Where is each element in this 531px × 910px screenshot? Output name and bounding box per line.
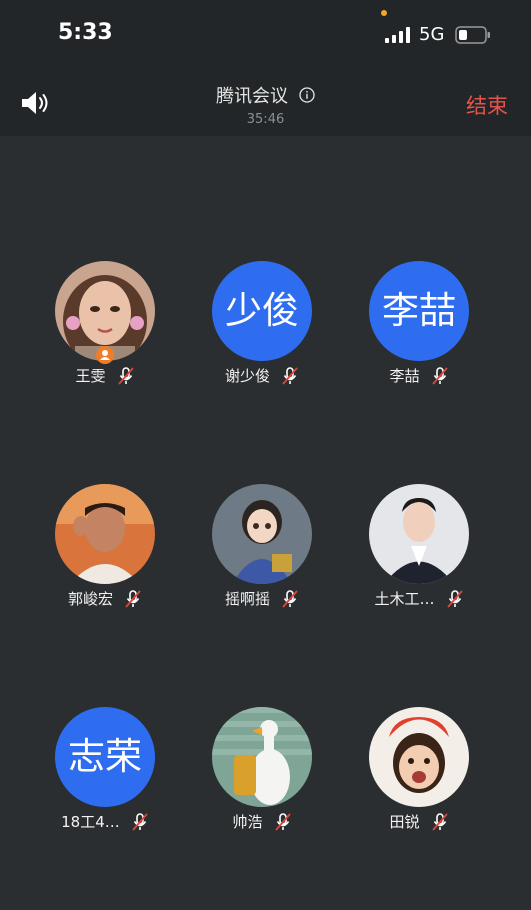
name-row: 郭峻宏 xyxy=(27,588,183,609)
name-row: 土木工… xyxy=(341,588,497,609)
participant-name: 王雯 xyxy=(75,367,106,385)
host-badge-icon xyxy=(96,346,114,364)
participant-name: 摇啊摇 xyxy=(224,590,270,608)
meeting-screen: 5:33 5G 腾讯会议 35:46 结束 王雯 少俊 谢少俊 李喆 李喆 郭峻… xyxy=(0,0,531,910)
title-wrap: 腾讯会议 xyxy=(0,82,531,108)
avatar-photo-painting xyxy=(212,484,312,584)
avatar: 少俊 xyxy=(212,261,312,361)
network-type: 5G xyxy=(419,24,445,45)
participant-tile[interactable]: 郭峻宏 xyxy=(27,484,183,624)
avatar-photo-suit xyxy=(369,484,469,584)
status-bar: 5:33 5G xyxy=(0,0,531,70)
avatar: 李喆 xyxy=(369,261,469,361)
muted-mic-icon xyxy=(446,589,463,608)
avatar xyxy=(55,484,155,584)
participant-tile[interactable]: 志荣 18工4… xyxy=(27,707,183,847)
info-icon[interactable] xyxy=(299,87,315,103)
muted-mic-icon xyxy=(282,589,298,608)
participant-tile[interactable]: 王雯 xyxy=(27,261,183,401)
avatar-photo-man xyxy=(55,484,155,584)
participant-tile[interactable]: 田锐 xyxy=(341,707,497,847)
muted-mic-icon xyxy=(125,589,141,608)
muted-mic-icon xyxy=(274,812,291,831)
avatar xyxy=(212,484,312,584)
end-meeting-button[interactable]: 结束 xyxy=(466,90,508,120)
muted-mic-icon xyxy=(431,366,448,385)
participant-tile[interactable]: 帅浩 xyxy=(184,707,340,847)
avatar xyxy=(212,707,312,807)
avatar xyxy=(369,484,469,584)
meeting-header: 腾讯会议 35:46 结束 xyxy=(0,70,531,136)
avatar-photo-child xyxy=(369,707,469,807)
participant-name: 帅浩 xyxy=(232,813,263,831)
name-row: 谢少俊 xyxy=(184,365,340,386)
name-row: 摇啊摇 xyxy=(184,588,340,609)
muted-mic-icon xyxy=(282,366,298,385)
name-row: 李喆 xyxy=(341,365,497,386)
participant-name: 郭峻宏 xyxy=(67,590,113,608)
participant-name: 土木工… xyxy=(374,590,435,608)
avatar xyxy=(369,707,469,807)
muted-mic-icon xyxy=(117,366,134,385)
name-row: 王雯 xyxy=(27,365,183,386)
battery-icon xyxy=(455,26,490,44)
avatar-photo-goose xyxy=(212,707,312,807)
name-row: 帅浩 xyxy=(184,811,340,832)
participant-tile[interactable]: 摇啊摇 xyxy=(184,484,340,624)
meeting-title: 腾讯会议 xyxy=(215,86,288,107)
participant-tile[interactable]: 李喆 李喆 xyxy=(341,261,497,401)
name-row: 田锐 xyxy=(341,811,497,832)
name-row: 18工4… xyxy=(27,811,183,832)
avatar: 志荣 xyxy=(55,707,155,807)
participant-name: 田锐 xyxy=(389,813,420,831)
status-time: 5:33 xyxy=(58,20,113,45)
muted-mic-icon xyxy=(132,812,148,831)
participant-name: 谢少俊 xyxy=(224,367,270,385)
participant-tile[interactable]: 少俊 谢少俊 xyxy=(184,261,340,401)
signal-strength-icon xyxy=(385,27,410,43)
meeting-timer: 35:46 xyxy=(246,112,285,127)
participant-name: 18工4… xyxy=(61,813,120,831)
participant-name: 李喆 xyxy=(389,367,420,385)
participant-tile[interactable]: 土木工… xyxy=(341,484,497,624)
muted-mic-icon xyxy=(431,812,448,831)
mic-indicator-dot xyxy=(381,10,387,16)
